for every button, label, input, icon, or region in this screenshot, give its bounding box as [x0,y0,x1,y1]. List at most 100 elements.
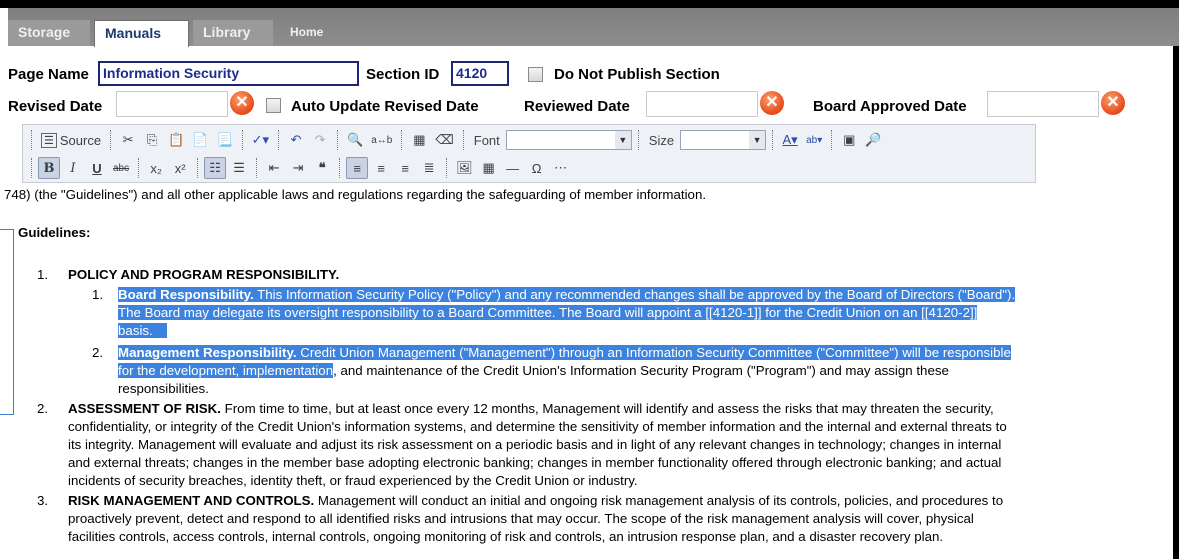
page-name-input[interactable]: Information Security [98,61,359,86]
item-1-2-text: Credit Union Management ("Management") t… [296,345,1011,360]
paste-text-icon[interactable]: 📄 [189,129,211,151]
preview-icon[interactable]: 🔎 [862,129,884,151]
page-break-icon[interactable]: ⋯ [550,157,572,179]
item-1-1-line-1: Board Responsibility. This Information S… [118,286,1016,304]
section-id-input[interactable]: 4120 [451,61,509,86]
align-left-icon[interactable]: ≡ [346,157,369,179]
background-color-icon[interactable]: ab▾ [803,129,825,151]
italic-button[interactable]: I [62,157,84,179]
board-approved-date-label: Board Approved Date [813,98,967,115]
revised-date-input[interactable] [116,91,228,117]
size-select[interactable]: ▼ [680,130,767,150]
list-number: 1. [37,267,49,282]
list-number: 2. [92,345,104,360]
reviewed-date-input[interactable] [646,91,758,117]
superscript-button[interactable]: x² [169,157,191,179]
special-char-icon[interactable]: Ω [526,157,548,179]
clear-revised-date-icon[interactable]: ✕ [230,91,254,115]
indent-icon[interactable]: ⇥ [287,157,309,179]
item-1-2-title: Management Responsibility. [118,345,297,360]
undo-icon[interactable]: ↶ [285,129,307,151]
auto-update-checkbox[interactable] [266,98,281,113]
editor-content[interactable]: 748) (the "Guidelines") and all other ap… [4,184,1169,559]
paste-word-icon[interactable]: 📃 [213,129,235,151]
font-select[interactable]: ▼ [505,130,632,150]
toolbar-separator [831,130,833,150]
clear-reviewed-date-icon[interactable]: ✕ [760,91,784,115]
bold-button[interactable]: B [38,157,60,179]
bulleted-list-icon[interactable]: ☰ [228,157,250,179]
select-all-icon[interactable]: ▦ [408,129,430,151]
paste-icon[interactable]: 📋 [165,129,187,151]
item-1-1-text-2: The Board may delegate its oversight res… [118,305,978,320]
tab-manuals[interactable]: Manuals [94,20,189,47]
size-label: Size [648,132,675,148]
auto-update-label: Auto Update Revised Date [291,98,479,115]
horizontal-rule-icon[interactable]: ― [502,157,524,179]
toolbar-separator [256,158,258,178]
item-1-2-text-hl: for the development, implementation [118,363,334,378]
do-not-publish-checkbox[interactable] [528,67,543,82]
maximize-icon[interactable]: ▣ [838,129,860,151]
item-1-2-line-1: Management Responsibility. Credit Union … [118,344,1011,362]
item-2-line-5: incidents of security breaches, identity… [68,473,638,488]
page-name-label: Page Name [8,66,89,83]
tab-storage[interactable]: Storage [8,20,90,46]
outdent-icon[interactable]: ⇤ [263,157,285,179]
toolbar-separator [138,158,140,178]
strikethrough-button[interactable]: abc [110,157,132,179]
item-2-line-4: and external threats; changes in the mem… [68,455,1002,470]
item-3-line-3: facilities controls, access controls, in… [68,529,944,544]
toolbar-separator [637,130,639,150]
list-number: 3. [37,493,49,508]
source-icon: ☰ [41,132,57,148]
font-label: Font [473,132,500,148]
table-icon[interactable]: ▦ [478,157,500,179]
replace-icon[interactable]: a↔b [368,129,395,151]
chevron-down-icon: ▼ [614,131,631,149]
source-button[interactable]: ☰ Source [38,129,104,151]
toolbar-separator [337,130,339,150]
item-3-text: Management will conduct an initial and o… [314,493,1004,508]
align-center-icon[interactable]: ≡ [370,157,392,179]
toolbar-separator [197,158,199,178]
top-border [0,0,1179,8]
justify-icon[interactable]: ≣ [418,157,440,179]
tab-home[interactable]: Home [280,20,340,46]
text-color-icon[interactable]: A▾ [779,129,801,151]
subscript-button[interactable]: x₂ [145,157,167,179]
toolbar-separator [241,130,243,150]
item-1-1-line-2: The Board may delegate its oversight res… [118,304,978,322]
list-number: 2. [37,401,49,416]
cut-icon[interactable]: ✂ [117,129,139,151]
tab-library[interactable]: Library [193,20,273,46]
find-icon[interactable]: 🔍 [344,129,366,151]
redo-icon[interactable]: ↷ [309,129,331,151]
item-1-1-title: Board Responsibility. [118,287,254,302]
board-approved-date-input[interactable] [987,91,1099,117]
toolbar-separator [339,158,341,178]
item-3-line-2: proactively prevent, detect and respond … [68,511,974,526]
list-number: 1. [92,287,104,302]
remove-format-icon[interactable]: ⌫ [432,129,456,151]
image-icon[interactable]: 🖼 [453,157,476,179]
underline-button[interactable]: U [86,157,108,179]
item-1-2-text-rest: , and maintenance of the Credit Union's … [333,363,949,378]
blockquote-icon[interactable]: ❝ [311,157,333,179]
clear-board-approved-date-icon[interactable]: ✕ [1101,91,1125,115]
toolbar-separator [446,158,448,178]
copy-icon[interactable]: ⎘ [141,129,163,151]
intro-text: 748) (the "Guidelines") and all other ap… [4,187,707,202]
item-1-title: POLICY AND PROGRAM RESPONSIBILITY. [68,267,340,282]
item-2-line-3: its integrity. Management will evaluate … [68,437,1002,452]
toolbar-row-2: B I U abc x₂ x² ☷ ☰ ⇤ ⇥ ❝ ≡ ≡ ≡ ≣ 🖼 ▦ ― … [27,155,572,181]
item-2-line-1: ASSESSMENT OF RISK. From time to time, b… [68,400,994,418]
toolbar-separator [772,130,774,150]
item-1-2-line-2: for the development, implementation, and… [118,362,949,380]
item-1-1-text: This Information Security Policy ("Polic… [253,287,1016,302]
tab-bar: Storage Manuals Library Home [8,8,1179,47]
item-2-text: From time to time, but at least once eve… [220,401,994,416]
spellcheck-icon[interactable]: ✓▾ [249,129,272,151]
numbered-list-icon[interactable]: ☷ [204,157,227,179]
align-right-icon[interactable]: ≡ [394,157,416,179]
